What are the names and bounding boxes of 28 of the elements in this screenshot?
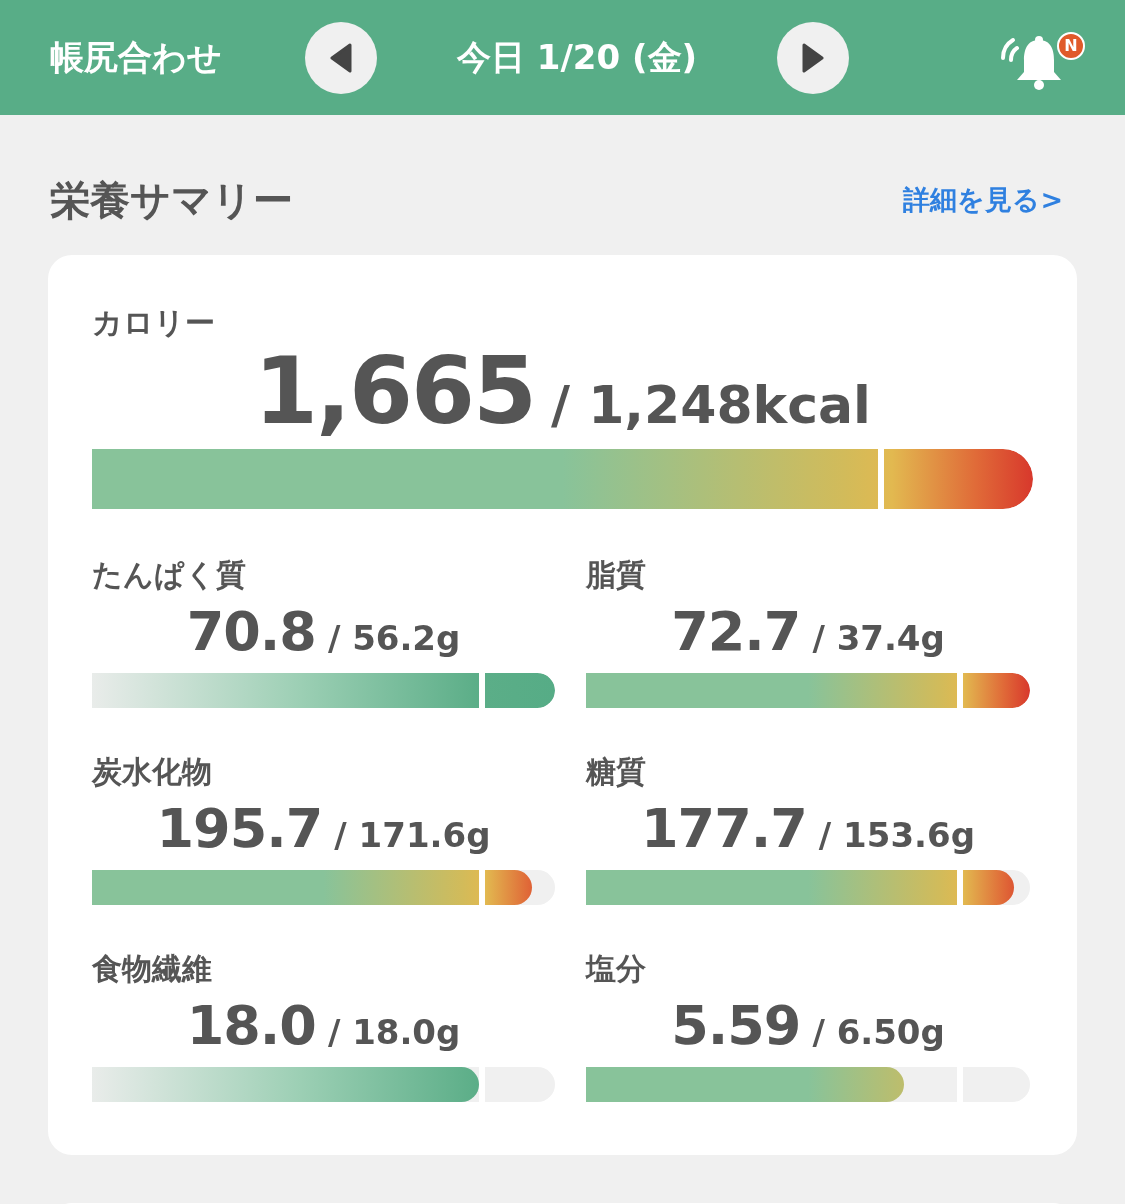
nutrient-label: 塩分 bbox=[586, 950, 647, 988]
nutrient-label: 糖質 bbox=[586, 753, 647, 791]
nutrient-label: カロリー bbox=[92, 304, 216, 342]
nutrient-target: / 56.2g bbox=[327, 618, 461, 658]
nutrient-value: 72.7 bbox=[671, 600, 801, 663]
nutrient-value: 70.8 bbox=[186, 600, 316, 663]
nutrient-label: たんぱく質 bbox=[92, 556, 247, 594]
notification-badge: N bbox=[1057, 31, 1085, 60]
nutrient-value: 195.7 bbox=[156, 797, 323, 860]
section-title: 栄養サマリー bbox=[50, 175, 293, 225]
calorie-target: / 1,248kcal bbox=[551, 375, 871, 435]
nutrient-label: 脂質 bbox=[586, 556, 647, 594]
nutrient-value: 177.7 bbox=[641, 797, 807, 860]
left-triangle-icon bbox=[328, 42, 354, 73]
details-link[interactable]: 詳細を見る> bbox=[903, 182, 1063, 218]
app-title: 帳尻合わせ bbox=[50, 35, 223, 79]
nutrient-target: / 171.6g bbox=[334, 815, 491, 855]
nutrient-target: / 18.0g bbox=[327, 1012, 461, 1052]
right-triangle-icon bbox=[800, 42, 826, 73]
nutrient-value: 5.59 bbox=[671, 994, 801, 1057]
nutrient-target: / 6.50g bbox=[812, 1012, 945, 1052]
nutrient-label: 食物繊維 bbox=[92, 950, 213, 988]
nutrient-label: 炭水化物 bbox=[92, 753, 213, 791]
nutrient-target: / 37.4g bbox=[812, 618, 945, 658]
nutrient-value: 18.0 bbox=[186, 994, 316, 1057]
current-date: 今日 1/20 (金) bbox=[455, 35, 699, 79]
calorie-value: 1,665 bbox=[254, 338, 536, 445]
nutrient-target: / 153.6g bbox=[818, 815, 975, 855]
